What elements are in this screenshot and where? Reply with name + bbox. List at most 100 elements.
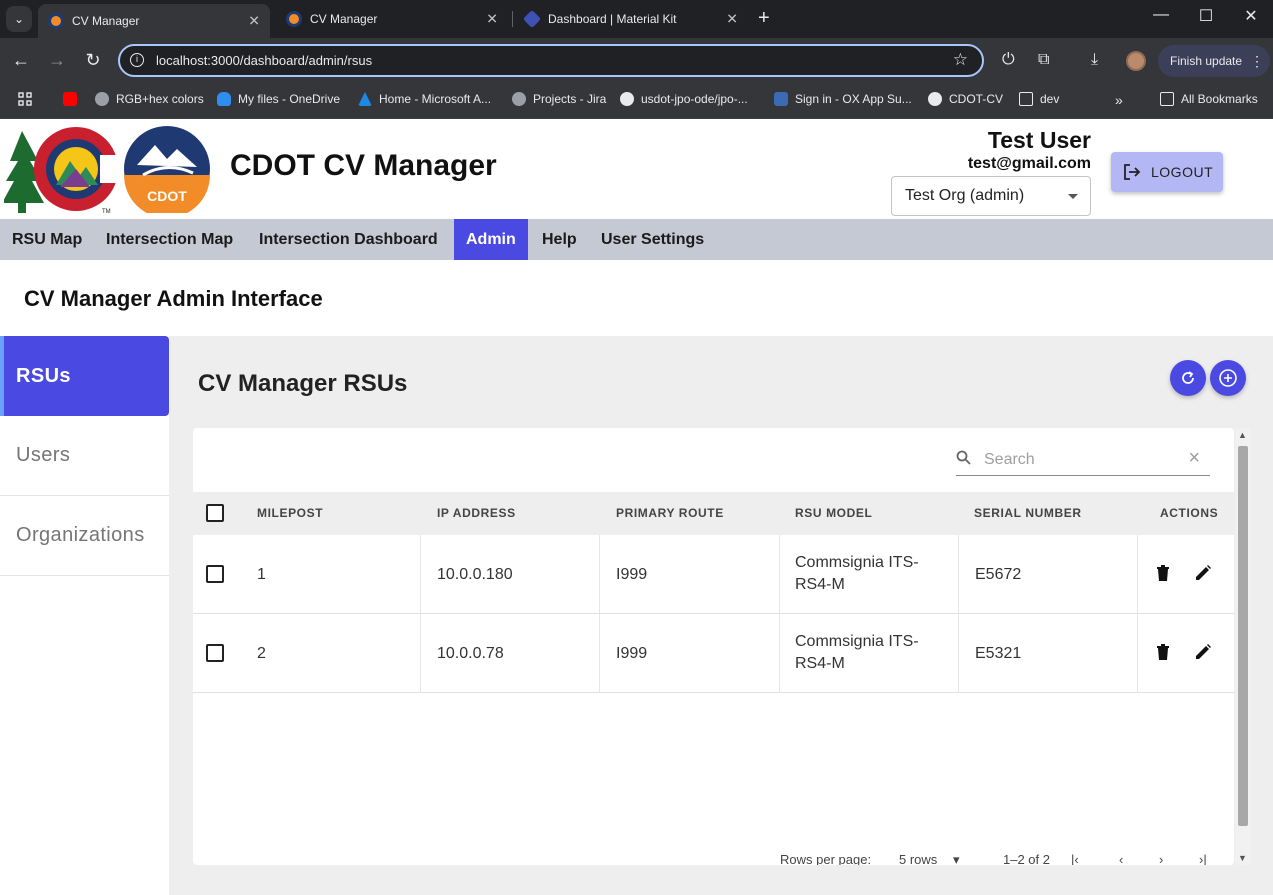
previous-page-icon[interactable]: ‹ <box>1119 852 1123 865</box>
row-checkbox[interactable] <box>206 565 224 583</box>
organization-select[interactable]: Test Org (admin) <box>891 176 1091 216</box>
bookmark-jira[interactable]: Projects - Jira <box>512 92 606 106</box>
scrollbar-thumb[interactable] <box>1238 446 1248 826</box>
globe-icon <box>95 92 109 106</box>
close-tab-icon[interactable]: ✕ <box>248 13 260 30</box>
download-icon[interactable]: ⤓ <box>1091 51 1098 69</box>
maximize-icon[interactable]: ☐ <box>1186 6 1226 26</box>
rsu-model-line: RS4-M <box>795 655 845 672</box>
delete-icon[interactable] <box>1153 563 1173 583</box>
cell-primary-route: I999 <box>616 566 648 583</box>
clear-search-icon[interactable]: × <box>1188 447 1200 470</box>
forward-icon[interactable]: → <box>45 50 69 71</box>
bookmark-dev-folder[interactable]: dev <box>1019 92 1059 106</box>
cdot-logo-text: CDOT <box>147 188 187 204</box>
tab-search-button[interactable]: ⌄ <box>6 6 32 32</box>
scroll-up-arrow-icon[interactable]: ▲ <box>1238 430 1247 440</box>
delete-icon[interactable] <box>1153 642 1173 662</box>
minimize-icon[interactable]: — <box>1141 6 1181 24</box>
bookmark-onedrive[interactable]: My files - OneDrive <box>217 92 340 106</box>
cell-serial-number: E5321 <box>975 645 1022 662</box>
bookmark-cdot-cv[interactable]: CDOT-CV <box>928 92 1003 106</box>
cell-milepost: 2 <box>257 645 266 662</box>
column-header-rsu-model[interactable]: RSU MODEL <box>795 506 872 520</box>
tab-separator <box>512 11 513 27</box>
close-tab-icon[interactable]: ✕ <box>486 11 498 28</box>
kebab-menu-icon: ⋮ <box>1250 52 1265 69</box>
rows-per-page-label: Rows per page: <box>780 852 872 865</box>
browser-tab-cv-manager-1[interactable]: CV Manager ✕ <box>38 4 270 38</box>
column-divider <box>420 614 421 692</box>
search-input[interactable] <box>984 449 1174 471</box>
row-checkbox[interactable] <box>206 644 224 662</box>
sidebar-item-rsus[interactable]: RSUs <box>0 336 169 416</box>
column-header-primary-route[interactable]: PRIMARY ROUTE <box>616 506 724 520</box>
pagination-range: 1–2 of 2 <box>1003 852 1050 865</box>
edit-icon[interactable] <box>1193 642 1213 662</box>
column-header-ip-address[interactable]: IP ADDRESS <box>437 506 516 520</box>
bookmark-microsoft[interactable]: Home - Microsoft A... <box>358 92 491 106</box>
site-info-icon[interactable]: i <box>130 53 144 67</box>
nav-admin[interactable]: Admin <box>454 219 528 260</box>
scroll-down-arrow-icon[interactable]: ▼ <box>1238 853 1247 863</box>
extension-power-icon[interactable]: ⏻ <box>1002 51 1015 69</box>
profile-avatar[interactable] <box>1126 51 1146 71</box>
next-page-icon[interactable]: › <box>1159 852 1163 865</box>
first-page-icon[interactable]: |‹ <box>1071 852 1079 865</box>
logout-button[interactable]: LOGOUT <box>1111 152 1223 192</box>
column-header-milepost[interactable]: MILEPOST <box>257 506 323 520</box>
new-tab-button[interactable]: + <box>758 7 770 30</box>
cdot-favicon-icon <box>48 13 64 29</box>
select-all-checkbox[interactable] <box>206 504 224 522</box>
table-row[interactable]: 2 10.0.0.78 I999 Commsignia ITS- RS4-M E… <box>193 614 1234 693</box>
browser-tab-material-kit[interactable]: Dashboard | Material Kit ✕ <box>514 4 748 34</box>
rows-per-page-select[interactable]: 5 rows <box>899 852 937 865</box>
column-header-serial-number[interactable]: SERIAL NUMBER <box>974 506 1082 520</box>
cell-rsu-model: Commsignia ITS- RS4-M <box>795 552 919 596</box>
bookmark-usdot-github[interactable]: usdot-jpo-ode/jpo-... <box>620 92 748 106</box>
last-page-icon[interactable]: ›| <box>1199 852 1207 865</box>
rows-per-page-caret-icon[interactable]: ▾ <box>953 852 960 865</box>
bookmark-label: usdot-jpo-ode/jpo-... <box>641 92 748 106</box>
finish-update-button[interactable]: Finish update ⋮ <box>1158 45 1270 77</box>
bookmark-rgb-hex[interactable]: RGB+hex colors <box>95 92 204 106</box>
bookmark-label: RGB+hex colors <box>116 92 204 106</box>
nav-intersection-dashboard[interactable]: Intersection Dashboard <box>247 219 450 260</box>
sidebar-item-organizations[interactable]: Organizations <box>0 496 169 576</box>
reload-icon[interactable]: ↻ <box>81 50 105 71</box>
globe-icon <box>512 92 526 106</box>
add-circle-icon <box>1219 369 1237 387</box>
bookmark-ox-app[interactable]: Sign in - OX App Su... <box>774 92 912 106</box>
add-rsu-button[interactable] <box>1210 360 1246 396</box>
url-text[interactable]: localhost:3000/dashboard/admin/rsus <box>156 53 372 68</box>
youtube-icon <box>63 92 77 106</box>
bookmark-star-icon[interactable]: ☆ <box>953 50 968 70</box>
back-icon[interactable]: ← <box>9 50 33 71</box>
table-scrollbar[interactable]: ▲ ▼ <box>1235 428 1251 865</box>
refresh-button[interactable] <box>1170 360 1206 396</box>
org-select-value: Test Org (admin) <box>905 187 1025 204</box>
apps-grid-icon[interactable] <box>18 92 32 106</box>
nav-intersection-map[interactable]: Intersection Map <box>94 219 245 260</box>
browser-tab-cv-manager-2[interactable]: CV Manager ✕ <box>276 4 508 34</box>
tab-title: CV Manager <box>72 14 140 28</box>
nav-help[interactable]: Help <box>530 219 589 260</box>
close-tab-icon[interactable]: ✕ <box>726 11 738 28</box>
bookmark-label: My files - OneDrive <box>238 92 341 106</box>
nav-user-settings[interactable]: User Settings <box>589 219 716 260</box>
address-bar[interactable]: i localhost:3000/dashboard/admin/rsus ☆ <box>118 44 984 77</box>
bookmark-label: All Bookmarks <box>1181 92 1258 106</box>
search-field[interactable]: × <box>956 445 1210 476</box>
more-bookmarks-chevron-icon[interactable]: » <box>1115 92 1123 108</box>
colorado-logo: TM <box>4 127 116 215</box>
bookmark-youtube[interactable] <box>63 92 84 106</box>
cell-rsu-model: Commsignia ITS- RS4-M <box>795 631 919 675</box>
sidebar-item-users[interactable]: Users <box>0 416 169 496</box>
close-window-icon[interactable]: ✕ <box>1231 6 1271 26</box>
table-row[interactable]: 1 10.0.0.180 I999 Commsignia ITS- RS4-M … <box>193 535 1234 614</box>
extensions-puzzle-icon[interactable]: ⧉ <box>1038 51 1049 69</box>
all-bookmarks-folder[interactable]: All Bookmarks <box>1160 92 1258 106</box>
nav-rsu-map[interactable]: RSU Map <box>0 219 94 260</box>
main-nav: RSU Map Intersection Map Intersection Da… <box>0 219 1273 260</box>
edit-icon[interactable] <box>1193 563 1213 583</box>
